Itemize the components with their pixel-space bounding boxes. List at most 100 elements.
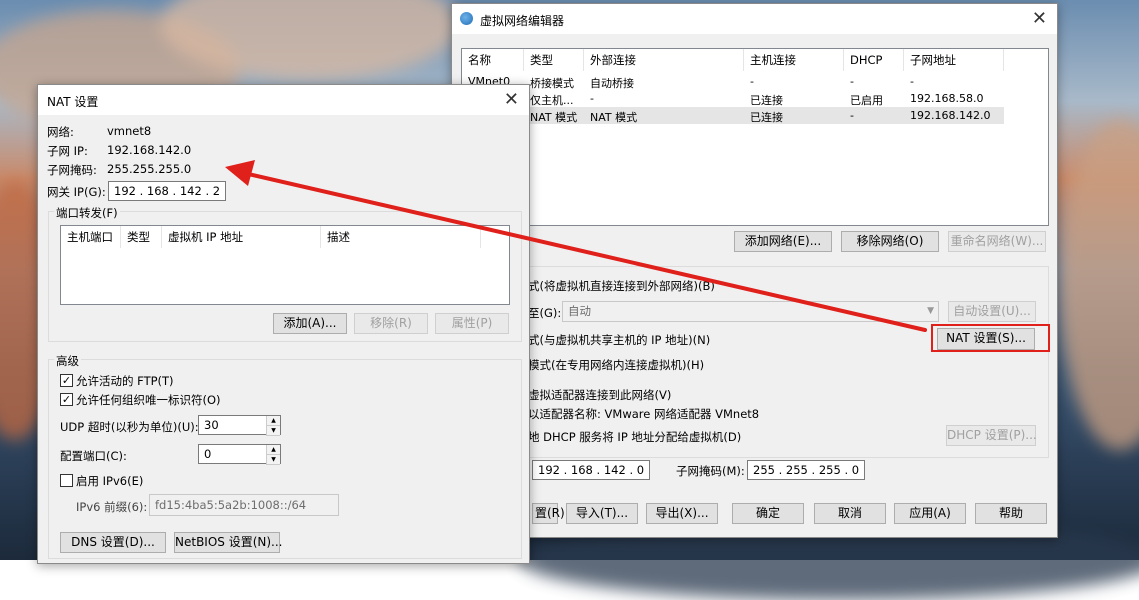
dialog-title: NAT 设置 [47,95,99,109]
nat-settings-dialog: NAT 设置 ✕ 网络: vmnet8 子网 IP: 192.168.142.0… [37,84,530,564]
allow-oui-checkbox[interactable]: ✓ [60,393,73,406]
restore-defaults-button[interactable]: 置(R) [532,503,565,524]
add-network-button[interactable]: 添加网络(E)... [734,231,832,252]
column-header-vm-ip[interactable]: 虚拟机 IP 地址 [162,226,321,248]
cell-subnet: 192.168.58.0 [910,92,984,105]
allow-oui-label[interactable]: 允许任何组织唯一标识符(O) [76,392,221,408]
import-button[interactable]: 导入(T)... [566,503,638,524]
table-row[interactable]: VMnet0 桥接模式 自动桥接 - - - [462,73,1004,90]
help-button[interactable]: 帮助 [975,503,1047,524]
cell-subnet: 192.168.142.0 [910,109,991,122]
table-row-selected[interactable]: NAT 模式 NAT 模式 已连接 - 192.168.142.0 [462,107,1004,124]
remove-network-button[interactable]: 移除网络(O) [841,231,939,252]
globe-icon [460,12,473,25]
udp-timeout-value: 30 [204,418,219,432]
remove-port-button[interactable]: 移除(R) [354,313,428,334]
table-row[interactable]: 仅主机... - 已连接 已启用 192.168.58.0 [462,90,1004,107]
gateway-ip-field[interactable]: 192 . 168 . 142 . 2 [108,181,226,201]
column-header-name[interactable]: 名称 [462,49,524,71]
stepper-arrows[interactable]: ▲ ▼ [266,445,280,465]
network-list[interactable]: 名称 类型 外部连接 主机连接 DHCP 子网地址 VMnet0 桥接模式 自动… [461,48,1049,226]
cell-host: 已连接 [750,111,783,124]
title-bar: 虚拟网络编辑器 ✕ [452,4,1057,34]
bridge-to-select[interactable]: 自动 ▼ [562,301,939,322]
chevron-up-icon[interactable]: ▲ [267,445,280,455]
cell-host: 已连接 [750,94,783,107]
host-only-mode-label[interactable]: 模式(在专用网络内连接虚拟机)(H) [528,357,704,373]
gateway-ip-label: 网关 IP(G): [47,185,106,199]
column-header-type[interactable]: 类型 [121,226,162,248]
column-header-subnet[interactable]: 子网地址 [904,49,1004,71]
column-header-description[interactable]: 描述 [321,226,481,248]
port-properties-button[interactable]: 属性(P) [435,313,509,334]
chevron-down-icon[interactable]: ▼ [267,455,280,465]
nat-mode-label[interactable]: 式(与虚拟机共享主机的 IP 地址)(N) [528,332,710,348]
column-header-host[interactable]: 主机连接 [744,49,844,71]
close-icon[interactable]: ✕ [1032,8,1047,29]
bridge-to-value: 自动 [568,304,591,318]
ok-button[interactable]: 确定 [732,503,804,524]
cell-dhcp: - [850,109,854,122]
stepper-arrows[interactable]: ▲ ▼ [266,416,280,436]
config-port-value: 0 [204,447,212,461]
adapter-name-label: 以适配器名称: VMware 网络适配器 VMnet8 [528,407,760,421]
auto-settings-button[interactable]: 自动设置(U)... [948,301,1036,322]
cell-external: - [590,92,594,105]
cell-external: NAT 模式 [590,111,638,124]
nat-settings-highlight-box [931,324,1050,352]
cell-type: 桥接模式 [530,77,574,90]
enable-ipv6-label[interactable]: 启用 IPv6(E) [76,473,143,489]
config-port-label: 配置端口(C): [60,449,127,463]
chevron-down-icon: ▼ [927,306,934,316]
enable-ipv6-checkbox[interactable] [60,474,73,487]
subnet-ip-value: 192.168.142.0 [107,143,192,157]
chevron-down-icon[interactable]: ▼ [267,426,280,436]
port-forwarding-list[interactable]: 主机端口 类型 虚拟机 IP 地址 描述 [60,225,510,305]
network-value: vmnet8 [107,124,152,138]
dns-settings-button[interactable]: DNS 设置(D)... [60,532,166,553]
subnet-ip-field[interactable]: 192 . 168 . 142 . 0 [532,460,650,480]
subnet-ip-label: 子网 IP: [47,144,88,158]
ipv6-prefix-field[interactable]: fd15:4ba5:5a2b:1008::/64 [149,494,339,516]
add-port-button[interactable]: 添加(A)... [273,313,347,334]
port-forwarding-label: 端口转发(F) [54,205,120,221]
cancel-button[interactable]: 取消 [814,503,886,524]
cell-subnet: - [910,75,914,88]
title-bar: NAT 设置 ✕ [38,85,529,115]
close-icon[interactable]: ✕ [504,89,519,110]
export-button[interactable]: 导出(X)... [646,503,718,524]
advanced-label: 高级 [54,353,81,369]
apply-button[interactable]: 应用(A) [894,503,966,524]
subnet-mask-label: 子网掩码(M): [676,464,745,478]
column-header-host-port[interactable]: 主机端口 [61,226,121,248]
cell-dhcp: 已启用 [850,94,883,107]
column-header-dhcp[interactable]: DHCP [844,49,904,71]
bridge-to-label: 至(G): [528,306,562,320]
cell-type: 仅主机... [530,94,574,107]
column-header-type[interactable]: 类型 [524,49,584,71]
dhcp-settings-button[interactable]: DHCP 设置(P)... [946,425,1037,446]
netbios-settings-button[interactable]: NetBIOS 设置(N)... [174,532,283,553]
cell-dhcp: - [850,75,854,88]
cell-host: - [750,75,754,88]
bridged-mode-label[interactable]: 式(将虚拟机直接连接到外部网络)(B) [528,278,715,294]
network-label: 网络: [47,125,74,139]
window-title: 虚拟网络编辑器 [480,14,565,28]
udp-timeout-label: UDP 超时(以秒为单位)(U): [60,420,199,434]
subnet-mask-field[interactable]: 255 . 255 . 255 . 0 [747,460,865,480]
wallpaper-cloud [1060,120,1139,450]
subnet-mask-value: 255.255.255.0 [107,162,192,176]
use-dhcp-label[interactable]: 地 DHCP 服务将 IP 地址分配给虚拟机(D) [528,429,741,445]
allow-ftp-label[interactable]: 允许活动的 FTP(T) [76,373,174,389]
subnet-mask-label: 子网掩码: [47,163,97,177]
chevron-up-icon[interactable]: ▲ [267,416,280,426]
allow-ftp-checkbox[interactable]: ✓ [60,374,73,387]
rename-network-button[interactable]: 重命名网络(W)... [948,231,1046,252]
ipv6-prefix-label: IPv6 前缀(6): [76,500,148,514]
connect-adapter-label[interactable]: 虚拟适配器连接到此网络(V) [528,387,671,403]
config-port-stepper[interactable]: 0 ▲ ▼ [198,444,281,465]
cell-external: 自动桥接 [590,77,634,90]
cell-type: NAT 模式 [530,111,578,124]
udp-timeout-stepper[interactable]: 30 ▲ ▼ [198,415,281,436]
column-header-external[interactable]: 外部连接 [584,49,744,71]
